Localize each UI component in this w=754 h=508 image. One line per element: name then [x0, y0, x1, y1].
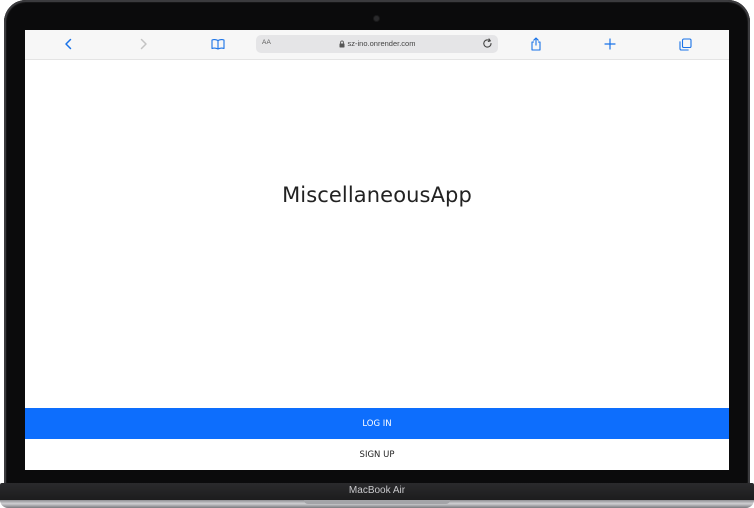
signup-button[interactable]: SIGN UP: [25, 439, 729, 470]
plus-icon[interactable]: [602, 36, 618, 52]
screen: AA sz-ino.onrender.com MiscellaneousApp: [25, 30, 729, 470]
url-display: sz-ino.onrender.com: [256, 39, 498, 48]
page-title: MiscellaneousApp: [282, 183, 472, 207]
login-button[interactable]: LOG IN: [25, 408, 729, 439]
tabs-icon[interactable]: [677, 36, 693, 52]
address-bar[interactable]: AA sz-ino.onrender.com: [256, 35, 498, 53]
chevron-right-icon[interactable]: [135, 36, 151, 52]
laptop-notch: [304, 500, 450, 504]
browser-toolbar: AA sz-ino.onrender.com: [25, 30, 729, 60]
chevron-left-icon[interactable]: [60, 36, 76, 52]
laptop-mockup: AA sz-ino.onrender.com MiscellaneousApp: [0, 0, 754, 508]
lock-icon: [339, 40, 345, 47]
book-icon[interactable]: [210, 36, 226, 52]
reload-icon[interactable]: [482, 38, 493, 49]
url-text: sz-ino.onrender.com: [347, 39, 416, 48]
share-icon[interactable]: [528, 36, 544, 52]
device-label: MacBook Air: [348, 485, 406, 496]
camera-icon: [374, 16, 379, 21]
